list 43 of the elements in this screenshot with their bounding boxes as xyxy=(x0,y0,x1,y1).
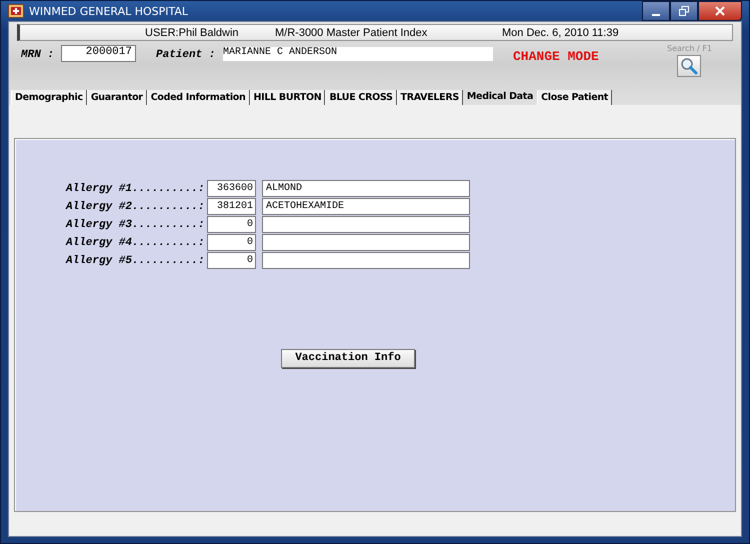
minimize-icon xyxy=(652,14,660,16)
mode-indicator: CHANGE MODE xyxy=(513,49,600,64)
vaccination-info-button[interactable]: Vaccination Info xyxy=(281,348,415,368)
restore-icon xyxy=(679,6,689,16)
app-icon xyxy=(8,4,24,18)
allergy-name-field[interactable] xyxy=(262,234,470,251)
search-label: Search / F1 xyxy=(667,44,712,53)
close-icon xyxy=(715,6,725,16)
search-icon xyxy=(680,57,698,75)
tab[interactable]: BLUE CROSS xyxy=(325,90,397,105)
tab[interactable]: Demographic xyxy=(11,90,87,105)
date-time: Mon Dec. 6, 2010 11:39 xyxy=(502,26,619,38)
tab[interactable]: Coded Information xyxy=(146,90,250,105)
search-button[interactable] xyxy=(677,55,702,77)
allergy-label: Allergy #5..........: xyxy=(66,254,206,266)
tab[interactable]: Medical Data xyxy=(462,88,538,105)
system-name: M/R-3000 Master Patient Index xyxy=(275,26,428,38)
tab[interactable]: TRAVELERS xyxy=(396,90,463,105)
allergy-code-field[interactable]: 0 xyxy=(207,234,256,251)
allergy-code-field[interactable]: 0 xyxy=(207,216,256,233)
allergy-code-field[interactable]: 381201 xyxy=(207,198,256,215)
patient-name-field: MARIANNE C ANDERSON xyxy=(223,47,493,61)
allergy-label: Allergy #4..........: xyxy=(66,236,206,248)
allergy-code-field[interactable]: 0 xyxy=(207,252,256,269)
allergy-label: Allergy #3..........: xyxy=(66,218,206,230)
mrn-label: MRN : xyxy=(21,49,56,61)
close-button[interactable] xyxy=(698,1,742,21)
allergy-label: Allergy #1..........: xyxy=(66,182,206,194)
allergy-name-field[interactable] xyxy=(262,216,470,233)
user-name: USER:Phil Baldwin xyxy=(145,26,240,38)
allergy-name-field[interactable] xyxy=(262,252,470,269)
window-title: WINMED GENERAL HOSPITAL xyxy=(29,4,188,18)
patient-label: Patient : xyxy=(156,49,216,61)
mrn-field[interactable]: 2000017 xyxy=(61,45,136,62)
tab[interactable]: Guarantor xyxy=(86,90,147,105)
allergy-name-field[interactable]: ALMOND xyxy=(262,180,470,197)
allergy-name-field[interactable]: ACETOHEXAMIDE xyxy=(262,198,470,215)
allergy-code-field[interactable]: 363600 xyxy=(207,180,256,197)
tab[interactable]: HILL BURTON xyxy=(250,90,326,105)
minimize-button[interactable] xyxy=(642,1,670,21)
allergy-label: Allergy #2..........: xyxy=(66,200,206,212)
tab[interactable]: Close Patient xyxy=(537,90,612,105)
restore-button[interactable] xyxy=(670,1,698,21)
